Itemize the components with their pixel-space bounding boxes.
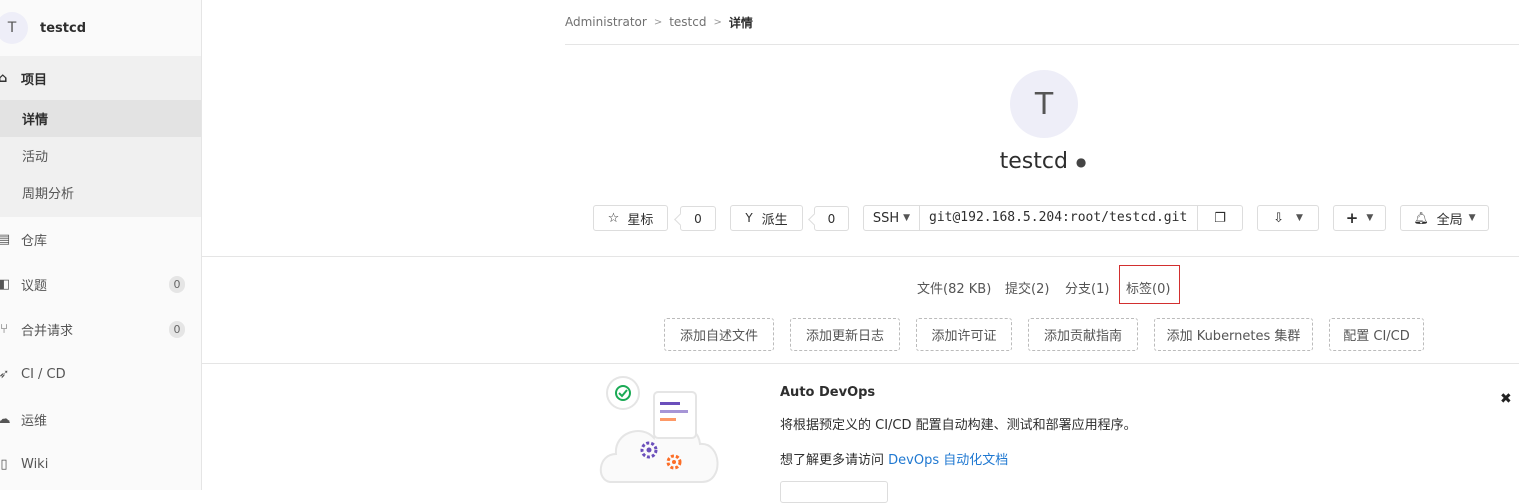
clone-protocol-label: SSH <box>872 210 900 226</box>
banner-description: 将根据预定义的 CI/CD 配置自动构建、测试和部署应用程序。 <box>780 418 1137 433</box>
sidebar-item-wiki[interactable]: ▯ Wiki <box>0 442 201 487</box>
add-contributing-button[interactable]: 添加贡献指南 <box>1028 318 1138 351</box>
project-avatar-large: T <box>1010 70 1078 138</box>
new-item-dropdown[interactable]: + ▼ <box>1333 205 1386 231</box>
fork-icon: Y <box>745 211 753 225</box>
stat-commits[interactable]: 提交(2) <box>1005 278 1049 297</box>
auto-devops-illustration <box>600 376 719 483</box>
fork-button-label: 派生 <box>761 212 788 228</box>
merge-request-icon: ⑂ <box>0 322 8 337</box>
sidebar-subitem-cycle-analytics[interactable]: 周期分析 <box>0 174 201 211</box>
project-sidebar: T testcd ⌂ 项目 详情 活动 周期分析 ▤ 仓库 ◧ 议题 0 ⑂ 合… <box>0 0 202 490</box>
divider <box>202 363 1519 364</box>
bell-icon: 🔔︎ <box>1413 211 1429 225</box>
breadcrumb-project[interactable]: testcd <box>669 15 706 29</box>
notification-label: 全局 <box>1436 212 1463 228</box>
fork-button[interactable]: Y 派生 <box>730 205 803 231</box>
clipboard-icon: ❐ <box>1214 210 1226 226</box>
sidebar-project-name[interactable]: testcd <box>40 21 86 36</box>
download-icon: ⇩ <box>1273 210 1284 226</box>
project-title: testcd ● <box>0 149 1519 174</box>
caret-down-icon: ▼ <box>1366 213 1374 223</box>
add-kubernetes-cluster-button[interactable]: 添加 Kubernetes 集群 <box>1154 318 1313 351</box>
setup-ci-cd-button[interactable]: 配置 CI/CD <box>1329 318 1424 351</box>
banner-action-button[interactable] <box>780 481 888 503</box>
sidebar-item-ci-cd[interactable]: ➶ CI / CD <box>0 352 201 397</box>
stat-tags[interactable]: 标签(0) <box>1126 278 1170 297</box>
caret-down-icon: ▼ <box>1468 213 1476 223</box>
clone-protocol-dropdown[interactable]: SSH ▼ <box>863 205 920 231</box>
add-license-button[interactable]: 添加许可证 <box>916 318 1012 351</box>
notification-dropdown[interactable]: 🔔︎ 全局 ▼ <box>1400 205 1489 231</box>
banner-more-info: 想了解更多请访问 DevOps 自动化文档 <box>780 449 1008 468</box>
sidebar-item-repository[interactable]: ▤ 仓库 <box>0 217 201 262</box>
sidebar-item-label: CI / CD <box>21 367 66 382</box>
banner-more-prefix: 想了解更多请访问 <box>780 453 889 468</box>
add-changelog-button[interactable]: 添加更新日志 <box>790 318 900 351</box>
merge-requests-count-badge: 0 <box>169 321 185 338</box>
book-icon: ▯ <box>0 457 8 472</box>
project-avatar[interactable]: T <box>0 12 28 44</box>
chevron-right-icon: > <box>713 16 722 28</box>
star-icon: ☆ <box>607 210 620 226</box>
star-button-label: 星标 <box>627 212 654 228</box>
sidebar-item-label: 仓库 <box>21 234 48 249</box>
download-dropdown[interactable]: ⇩ ▼ <box>1257 205 1319 231</box>
sidebar-item-label: 项目 <box>21 72 48 88</box>
sidebar-item-project[interactable]: ⌂ 项目 <box>0 56 201 100</box>
chevron-right-icon: > <box>653 16 663 28</box>
close-icon[interactable]: ✖ <box>1500 391 1512 407</box>
breadcrumb-current[interactable]: 详情 <box>729 14 753 31</box>
breadcrumb-root[interactable]: Administrator <box>565 15 647 29</box>
add-readme-button[interactable]: 添加自述文件 <box>664 318 774 351</box>
caret-down-icon: ▼ <box>903 213 911 223</box>
sidebar-item-operations[interactable]: ☁ 运维 <box>0 397 201 442</box>
banner-title: Auto DevOps <box>780 385 876 400</box>
star-button[interactable]: ☆ 星标 <box>593 205 668 231</box>
star-count[interactable]: 0 <box>680 206 716 231</box>
sidebar-subitem-details[interactable]: 详情 <box>0 100 201 137</box>
breadcrumb: Administrator > testcd > 详情 <box>565 0 1519 45</box>
sidebar-item-issues[interactable]: ◧ 议题 0 <box>0 262 201 307</box>
copy-url-button[interactable]: ❐ <box>1197 205 1243 231</box>
plus-icon: + <box>1345 209 1359 227</box>
issues-count-badge: 0 <box>169 276 185 293</box>
clone-url-input[interactable]: git@192.168.5.204:root/testcd.git <box>919 205 1198 231</box>
issues-icon: ◧ <box>0 277 11 292</box>
sidebar-project-header[interactable]: T testcd <box>0 0 201 56</box>
stat-branches[interactable]: 分支(1) <box>1065 278 1109 297</box>
globe-icon: ● <box>1075 155 1087 169</box>
stat-files[interactable]: 文件(82 KB) <box>917 278 991 297</box>
project-title-text: testcd <box>999 149 1068 174</box>
home-icon: ⌂ <box>0 70 8 86</box>
sidebar-item-label: Wiki <box>21 457 49 472</box>
fork-count[interactable]: 0 <box>814 206 849 231</box>
caret-down-icon: ▼ <box>1295 213 1303 223</box>
sidebar-item-label: 议题 <box>21 279 48 294</box>
sidebar-item-merge-requests[interactable]: ⑂ 合并请求 0 <box>0 307 201 352</box>
sidebar-item-label: 合并请求 <box>21 324 74 339</box>
rocket-icon: ➶ <box>0 367 10 382</box>
devops-docs-link[interactable]: DevOps 自动化文档 <box>888 453 1008 468</box>
sidebar-item-label: 运维 <box>21 414 48 429</box>
repository-icon: ▤ <box>0 232 11 247</box>
divider <box>202 256 1519 257</box>
cloud-gear-icon: ☁ <box>0 412 11 427</box>
